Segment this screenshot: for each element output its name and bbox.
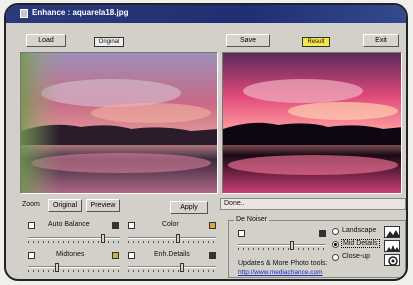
status-bar: Done.. xyxy=(220,198,406,210)
result-image xyxy=(223,53,401,193)
midtones-label: Midtones xyxy=(56,251,85,258)
color-label: Color xyxy=(162,221,179,228)
view-original-button[interactable]: Original xyxy=(48,199,82,212)
zoom-label: Zoom xyxy=(22,201,40,208)
denoiser-max-icon xyxy=(319,230,326,237)
close-up-label: Close-up xyxy=(342,253,371,260)
landscape-preset-icon xyxy=(384,226,400,238)
original-image-panel[interactable] xyxy=(20,52,218,194)
result-tag: Result xyxy=(302,37,330,47)
load-button[interactable]: Load xyxy=(26,34,66,47)
exit-button[interactable]: Exit xyxy=(363,34,399,47)
save-button[interactable]: Save xyxy=(226,34,270,47)
mid-details-label: Mid Details xyxy=(341,239,380,248)
auto-balance-max-icon xyxy=(112,222,119,229)
radio-close-up[interactable] xyxy=(332,254,339,261)
auto-balance-slider[interactable] xyxy=(28,234,120,243)
color-max-icon xyxy=(209,222,216,229)
mediachance-link[interactable]: http://www.mediachance.com xyxy=(238,269,323,276)
window-title: Enhance : aquarela18.jpg xyxy=(32,8,129,17)
title-bar: Enhance : aquarela18.jpg xyxy=(6,5,406,23)
mid-details-preset-icon xyxy=(384,240,400,252)
auto-balance-min-icon xyxy=(28,222,35,229)
midtones-min-icon xyxy=(28,252,35,259)
radio-landscape[interactable] xyxy=(332,228,339,235)
apply-button[interactable]: Apply xyxy=(170,201,208,214)
midtones-thumb[interactable] xyxy=(55,263,59,272)
view-preview-button[interactable]: Preview xyxy=(86,199,120,212)
enh-details-max-icon xyxy=(209,252,216,259)
enh-details-thumb[interactable] xyxy=(180,263,184,272)
window-menu-icon[interactable] xyxy=(20,9,28,18)
radio-mid-details[interactable] xyxy=(332,241,339,248)
enh-details-label: Enh.Details xyxy=(154,251,190,258)
denoiser-min-icon xyxy=(238,230,245,237)
midtones-max-icon xyxy=(112,252,119,259)
result-image-panel[interactable] xyxy=(222,52,402,194)
midtones-slider[interactable] xyxy=(28,263,120,272)
enh-details-min-icon xyxy=(128,252,135,259)
denoiser-thumb[interactable] xyxy=(290,241,294,250)
denoiser-slider[interactable] xyxy=(238,241,326,250)
close-up-preset-icon xyxy=(384,254,400,266)
enh-details-slider[interactable] xyxy=(128,263,216,272)
color-slider[interactable] xyxy=(128,234,216,243)
auto-balance-thumb[interactable] xyxy=(101,234,105,243)
landscape-label: Landscape xyxy=(342,227,377,234)
original-tag: Original xyxy=(94,37,124,47)
original-image xyxy=(21,53,217,193)
denoiser-title: De Noiser xyxy=(234,216,270,223)
color-thumb[interactable] xyxy=(176,234,180,243)
enhance-window: Enhance : aquarela18.jpg Load Original S… xyxy=(4,3,408,281)
promo-text: Updates & More Photo tools: xyxy=(238,260,328,267)
color-min-icon xyxy=(128,222,135,229)
auto-balance-label: Auto Balance xyxy=(48,221,90,228)
